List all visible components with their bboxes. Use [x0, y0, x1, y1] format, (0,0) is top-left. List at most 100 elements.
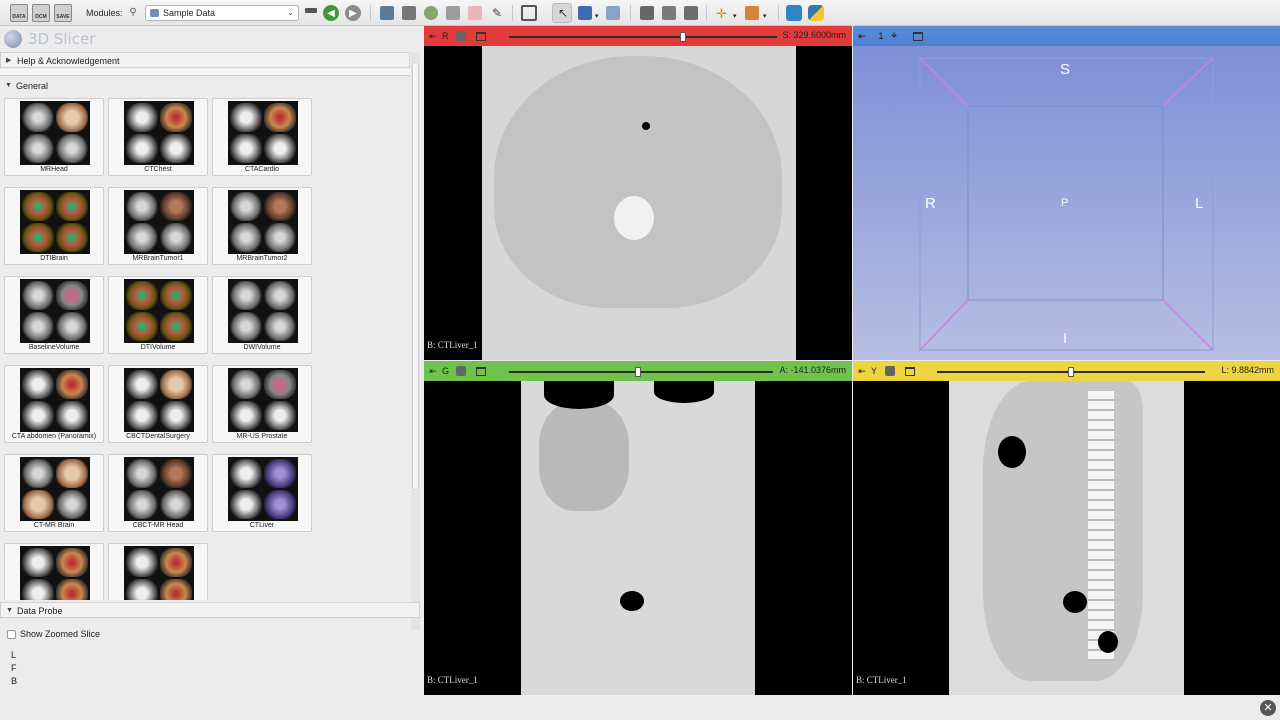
screenshot-icon[interactable] [640, 6, 654, 20]
sample-data-tile[interactable]: CTACardio [212, 98, 312, 176]
chevron-down-icon: ▼ [5, 82, 12, 89]
module-history-icon[interactable] [305, 8, 317, 13]
chevron-down-icon[interactable]: ▾ [595, 7, 599, 25]
panel-scrollbar[interactable] [411, 52, 420, 630]
chevron-right-icon: ▶ [6, 57, 12, 64]
layout-icon[interactable] [521, 5, 537, 21]
data-module-icon[interactable] [380, 6, 394, 20]
sample-data-tile[interactable]: MR-US Prostate [212, 365, 312, 443]
scrollbar-thumb[interactable] [412, 62, 419, 490]
models-module-icon[interactable] [424, 6, 438, 20]
orientation-superior: S [1060, 61, 1071, 78]
thumbnail-quadrant [22, 579, 54, 600]
sample-data-tile[interactable]: CBCTDentalSurgery [108, 365, 208, 443]
orientation-left: L [1195, 195, 1204, 212]
thumbnail-quadrant [22, 223, 54, 252]
chevron-down-icon[interactable]: ▾ [733, 7, 737, 25]
probe-coord-f: F [11, 663, 17, 673]
general-section-header[interactable]: ▼ General [0, 78, 410, 94]
extension-manager-icon[interactable] [786, 5, 802, 21]
maximize-view-icon[interactable] [905, 366, 915, 376]
bowel-gas [1063, 591, 1087, 613]
thumbnail-quadrant [56, 223, 88, 252]
pin-icon[interactable]: ⇤ [424, 366, 442, 377]
close-icon[interactable]: ✕ [1260, 700, 1276, 716]
pin-icon[interactable]: ⇤ [853, 366, 871, 377]
sample-data-tile[interactable] [4, 543, 104, 600]
slider-knob[interactable] [1068, 367, 1074, 377]
green-slice-slider[interactable] [509, 367, 773, 377]
sample-data-tile[interactable]: MRHead [4, 98, 104, 176]
search-modules-icon[interactable]: ⚲ [128, 6, 138, 18]
transforms-module-icon[interactable] [446, 6, 460, 20]
yellow-slice-canvas[interactable]: B: CTLiver_1 [853, 381, 1280, 695]
thumbnail-quadrant [126, 103, 158, 132]
probe-coord-l: L [11, 650, 17, 660]
sample-data-tile[interactable]: DTIVolume [108, 276, 208, 354]
pin-icon[interactable]: ⇤ [853, 31, 871, 42]
threed-canvas[interactable]: S R L P I [853, 46, 1280, 360]
maximize-view-icon[interactable] [476, 366, 486, 376]
python-icon[interactable] [808, 5, 824, 21]
show-zoomed-slice-checkbox[interactable] [7, 630, 16, 639]
segment-editor-icon[interactable]: ✎ [490, 6, 504, 20]
yellow-slice-view: ⇤ Y L: 9.8842mm B: CTLiver_1 [853, 361, 1280, 695]
chevron-down-icon[interactable]: ▾ [763, 7, 767, 25]
center-view-icon[interactable]: ⌖ [891, 30, 903, 43]
crosshair-icon[interactable]: ✛ [716, 5, 727, 23]
markup-place-icon[interactable] [578, 6, 592, 20]
link-icon[interactable] [456, 31, 466, 41]
window-level-icon[interactable] [745, 6, 759, 20]
capture-icon[interactable] [684, 6, 698, 20]
slider-knob[interactable] [635, 367, 642, 377]
yellow-slice-slider[interactable] [937, 367, 1205, 377]
sample-data-tile[interactable]: CTA abdomen (Panoramix) [4, 365, 104, 443]
green-slice-canvas[interactable]: B: CTLiver_1 [424, 381, 852, 695]
red-slice-canvas[interactable]: B: CTLiver_1 [424, 46, 852, 360]
crosshair-tools-icon[interactable] [606, 6, 620, 20]
green-slice-view: ⇤ G A: -141.0376mm B: CTLiver_1 [424, 361, 852, 695]
pin-icon[interactable]: ⇤ [424, 31, 442, 42]
sagittal-body [983, 381, 1143, 681]
thumbnail-quadrant [160, 281, 192, 310]
thumbnail-quadrant [22, 401, 54, 430]
toolbar-divider [778, 5, 779, 21]
help-section-header[interactable]: ▶ Help & Acknowledgement [0, 52, 410, 68]
sample-data-tile[interactable]: DTIBrain [4, 187, 104, 265]
red-slice-slider[interactable] [509, 32, 777, 42]
forward-arrow-icon[interactable]: ▶ [345, 5, 361, 21]
sample-data-tile[interactable]: BaselineVolume [4, 276, 104, 354]
slider-knob[interactable] [680, 32, 687, 42]
scene-view-icon[interactable] [662, 6, 676, 20]
dataset-label: CBCTDentalSurgery [126, 433, 190, 440]
pointer-mode-button[interactable]: ↖ [552, 3, 572, 23]
thumbnail-quadrant [230, 459, 262, 488]
sample-data-tile[interactable]: CTLiver [212, 454, 312, 532]
sample-data-tile[interactable] [108, 543, 208, 600]
load-dicom-button[interactable]: DCM [32, 4, 50, 22]
maximize-view-icon[interactable] [913, 31, 923, 41]
maximize-view-icon[interactable] [476, 31, 486, 41]
sample-data-tile[interactable]: CBCT-MR Head [108, 454, 208, 532]
sample-data-tile[interactable]: CTChest [108, 98, 208, 176]
thumbnail-quadrant [56, 103, 88, 132]
show-zoomed-slice-label: Show Zoomed Slice [20, 629, 101, 639]
link-icon[interactable] [885, 366, 895, 376]
save-button[interactable]: SAVE [54, 4, 72, 22]
module-selected-label: Sample Data [163, 8, 216, 18]
sample-data-tile[interactable]: DWIVolume [212, 276, 312, 354]
dataset-thumbnail [228, 368, 298, 432]
save-label: SAVE [56, 14, 70, 20]
sample-data-tile[interactable]: MRBrainTumor2 [212, 187, 312, 265]
sample-data-tile[interactable]: MRBrainTumor1 [108, 187, 208, 265]
data-probe-header[interactable]: ▼ Data Probe [0, 602, 420, 618]
thumbnail-quadrant [160, 134, 192, 163]
link-icon[interactable] [456, 366, 466, 376]
markups-module-icon[interactable] [468, 6, 482, 20]
modules-dropdown[interactable]: Sample Data ⌄ [145, 5, 299, 21]
volumes-module-icon[interactable] [402, 6, 416, 20]
back-arrow-icon[interactable]: ◀ [323, 5, 339, 21]
load-data-button[interactable]: DATA [10, 4, 28, 22]
sample-data-tile[interactable]: CT-MR Brain [4, 454, 104, 532]
thumbnail-quadrant [56, 281, 88, 310]
